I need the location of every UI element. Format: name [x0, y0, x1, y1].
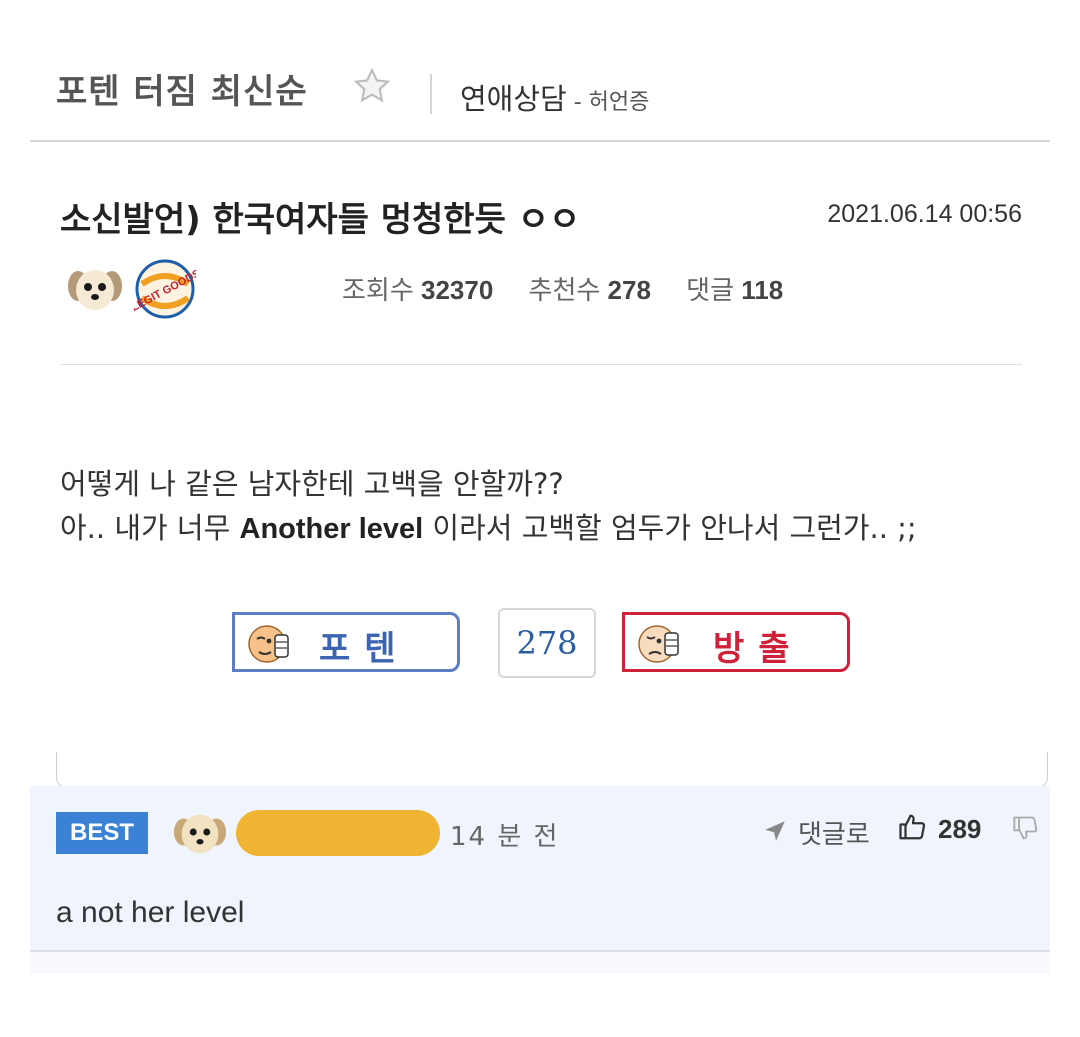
post-body-line-2: 아.. 내가 너무 Another level 이라서 고백할 엄두가 안나서 …	[60, 506, 917, 551]
commenter-avatar-icon[interactable]	[172, 808, 228, 858]
category-name: 연애상담	[460, 82, 567, 116]
like-count: 289	[938, 814, 982, 844]
comments-stat: 댓글 118	[686, 275, 783, 305]
recommends-stat: 추천수 278	[529, 275, 651, 305]
comments-count: 118	[741, 275, 784, 305]
post-header-divider	[60, 364, 1022, 365]
comments-label: 댓글	[686, 275, 735, 305]
category-subtitle: - 허언증	[566, 90, 650, 115]
comment-text: a not her level	[56, 896, 245, 929]
views-count: 32370	[421, 275, 494, 305]
category-label[interactable]: 연애상담 - 허언증	[460, 76, 649, 118]
thumbs-down-face-icon	[638, 625, 679, 663]
views-stat: 조회수 32370	[342, 275, 493, 305]
post-title: 소신발언) 한국여자들 멍청한듯 ㅇㅇ	[60, 200, 581, 240]
upvote-label: 포텐	[319, 629, 410, 669]
best-comment: BEST 14 분 전 댓글로 289 a not her level	[30, 786, 1050, 952]
thumbs-down-icon[interactable]	[1012, 814, 1040, 842]
comment-list-spacer	[30, 952, 1050, 974]
post-box-bottom-border	[56, 752, 1048, 788]
post-date: 2021.06.14 00:56	[827, 200, 1022, 228]
recommends-label: 추천수	[528, 275, 601, 305]
views-label: 조회수	[342, 275, 414, 305]
star-icon[interactable]	[352, 66, 392, 106]
legit-goods-badge-icon: LEGIT GOODS	[134, 259, 196, 319]
reply-arrow-icon[interactable]	[762, 818, 788, 844]
thumbs-up-face-icon	[248, 625, 289, 663]
best-badge: BEST	[56, 812, 148, 854]
board-title[interactable]: 포텐 터짐 최신순	[56, 64, 308, 113]
vote-row: 포텐 278 방출	[232, 608, 852, 680]
board-header: 포텐 터짐 최신순 연애상담 - 허언증	[30, 40, 1050, 142]
dog-avatar-icon[interactable]	[66, 264, 124, 314]
vote-count: 278	[498, 608, 596, 678]
downvote-button[interactable]: 방출	[622, 612, 850, 672]
post-stats: 조회수 32370 추천수 278 댓글 118	[342, 270, 811, 307]
comment-time: 14 분 전	[450, 822, 560, 852]
recommends-count: 278	[607, 275, 651, 305]
body-line2-prefix: 아.. 내가 너무	[60, 511, 240, 545]
upvote-button[interactable]: 포텐	[232, 612, 460, 672]
post-body-line-1: 어떻게 나 같은 남자한테 고백을 안할까??	[60, 467, 564, 501]
body-line2-bold: Another level	[239, 513, 424, 545]
body-line2-suffix: 이라서 고백할 엄두가 안나서 그런가.. ;;	[423, 511, 917, 545]
thumbs-up-icon[interactable]	[898, 812, 928, 842]
reply-button[interactable]: 댓글로	[798, 814, 870, 851]
header-divider	[430, 74, 432, 114]
redacted-username	[236, 810, 440, 856]
post-body: 어떻게 나 같은 남자한테 고백을 안할까?? 아.. 내가 너무 Anothe…	[60, 462, 917, 551]
downvote-label: 방출	[713, 629, 804, 669]
